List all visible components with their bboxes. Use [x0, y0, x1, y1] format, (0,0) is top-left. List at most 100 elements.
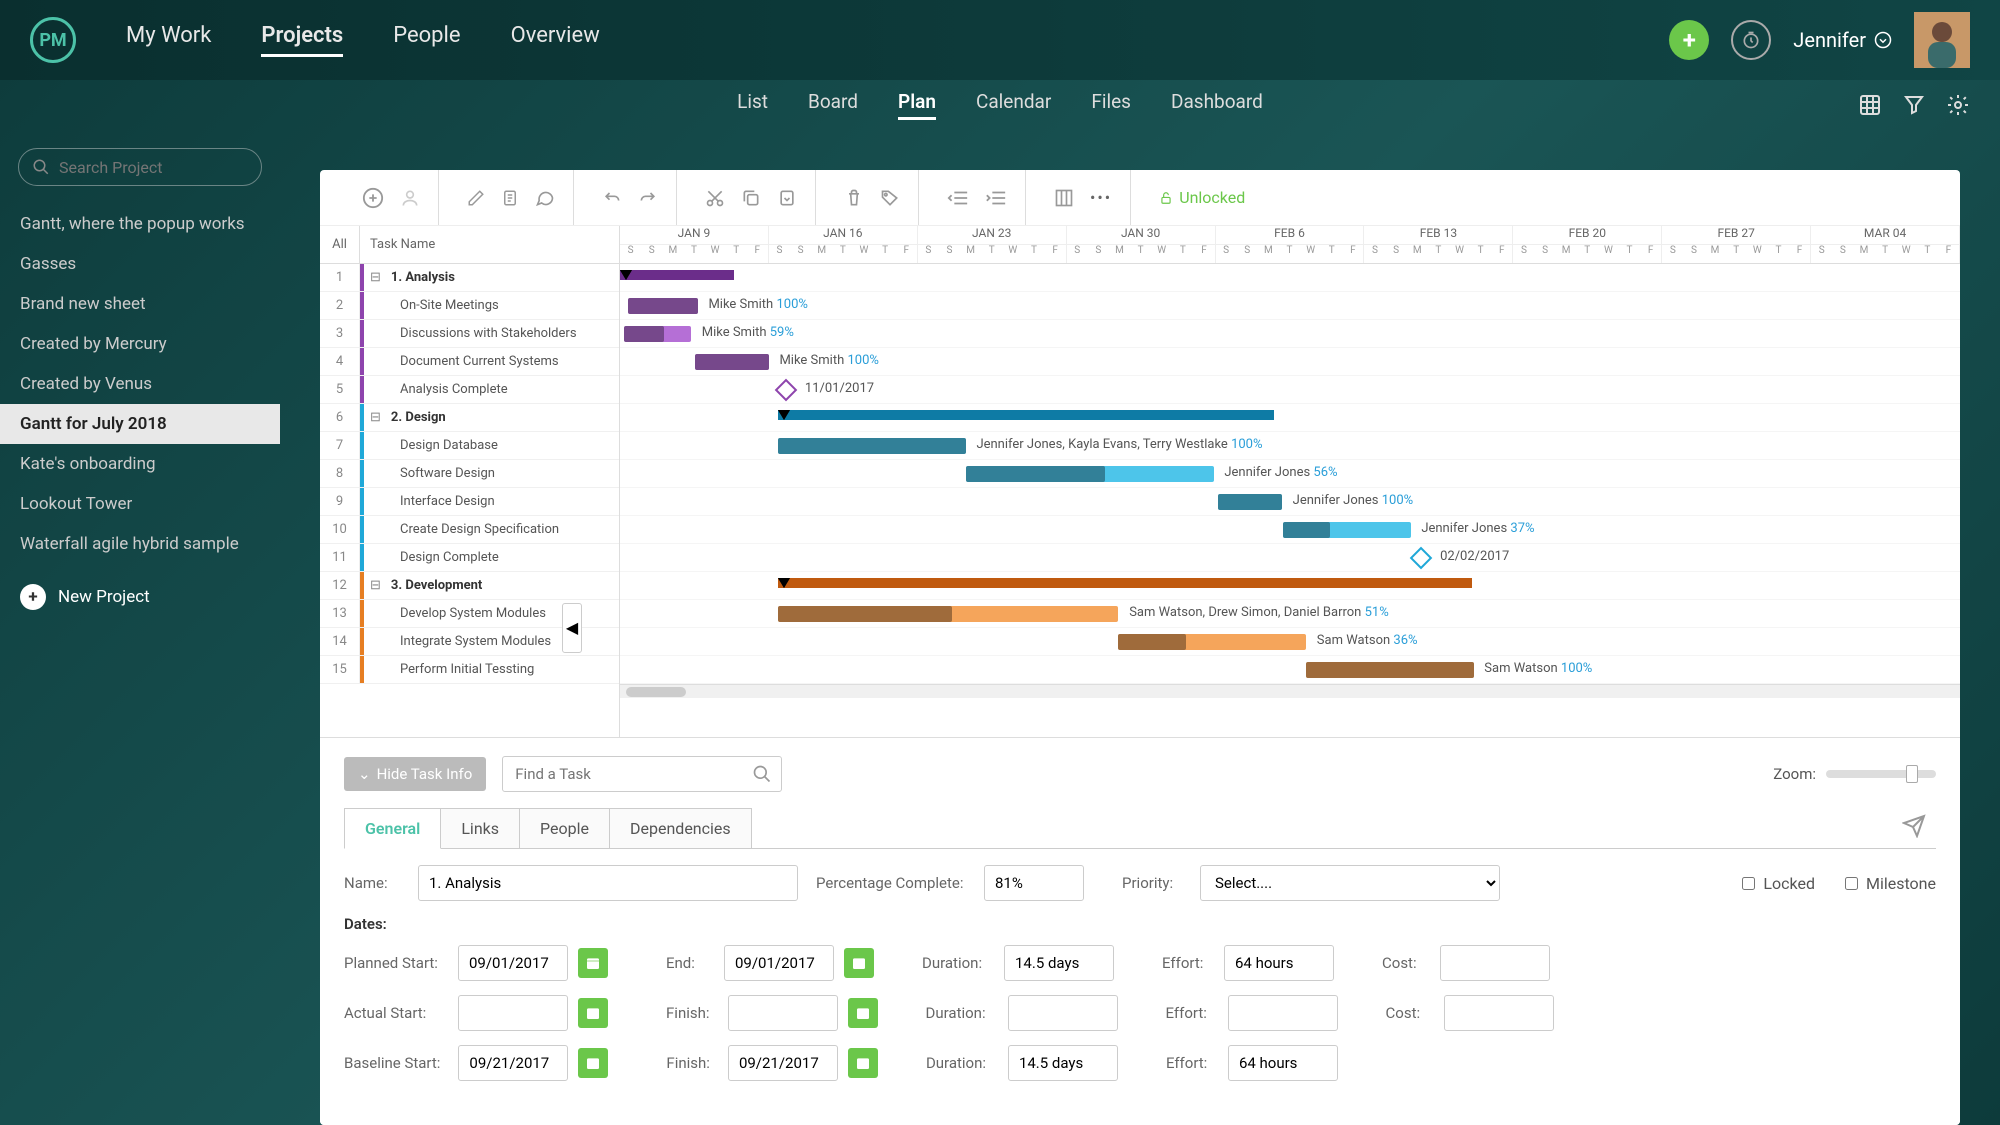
project-item[interactable]: Gasses	[0, 244, 280, 284]
task-row[interactable]: 12⊟3. Development	[320, 572, 619, 600]
gantt-bar[interactable]	[1118, 634, 1306, 650]
gantt-bar[interactable]	[1283, 522, 1410, 538]
task-row[interactable]: 6⊟2. Design	[320, 404, 619, 432]
project-item[interactable]: Kate's onboarding	[0, 444, 280, 484]
lock-status[interactable]: Unlocked	[1159, 188, 1245, 207]
subnav-calendar[interactable]: Calendar	[976, 90, 1051, 120]
gantt-summary-bar[interactable]	[778, 578, 1472, 588]
subnav-list[interactable]: List	[737, 90, 768, 120]
subnav-plan[interactable]: Plan	[898, 90, 936, 120]
cost1-input[interactable]	[1440, 945, 1550, 981]
gantt-bar[interactable]	[966, 466, 1214, 482]
subnav-files[interactable]: Files	[1091, 90, 1131, 120]
calendar-icon[interactable]	[844, 948, 874, 978]
gantt-milestone[interactable]	[1410, 547, 1433, 570]
calendar-icon[interactable]	[578, 948, 608, 978]
collapse-icon[interactable]: ⊟	[370, 410, 381, 425]
edit-icon[interactable]	[467, 189, 485, 207]
tab-people[interactable]: People	[519, 808, 610, 848]
notes-icon[interactable]	[501, 189, 519, 207]
task-row[interactable]: 3Discussions with Stakeholders	[320, 320, 619, 348]
gantt-bar[interactable]	[1306, 662, 1474, 678]
logo[interactable]: PM	[30, 17, 76, 63]
user-menu[interactable]: Jennifer	[1793, 28, 1892, 52]
baseline-start-input[interactable]	[458, 1045, 568, 1081]
effort2-input[interactable]	[1228, 995, 1338, 1031]
select-all-header[interactable]: All	[320, 226, 360, 263]
tab-dependencies[interactable]: Dependencies	[609, 808, 752, 848]
project-item[interactable]: Created by Mercury	[0, 324, 280, 364]
task-row[interactable]: 1⊟1. Analysis	[320, 264, 619, 292]
new-project-button[interactable]: + New Project	[0, 570, 280, 624]
avatar[interactable]	[1914, 12, 1970, 68]
tab-general[interactable]: General	[344, 808, 441, 849]
topnav-my-work[interactable]: My Work	[126, 23, 211, 57]
gantt-bar[interactable]	[695, 354, 769, 370]
actual-start-input[interactable]	[458, 995, 568, 1031]
delete-icon[interactable]	[844, 188, 864, 208]
end-input[interactable]	[724, 945, 834, 981]
task-row[interactable]: 4Document Current Systems	[320, 348, 619, 376]
subnav-board[interactable]: Board	[808, 90, 858, 120]
finish-input[interactable]	[728, 995, 838, 1031]
project-item[interactable]: Created by Venus	[0, 364, 280, 404]
baseline-finish-input[interactable]	[728, 1045, 838, 1081]
project-item[interactable]: Lookout Tower	[0, 484, 280, 524]
duration3-input[interactable]	[1008, 1045, 1118, 1081]
add-button[interactable]: +	[1669, 20, 1709, 60]
add-task-icon[interactable]	[362, 187, 384, 209]
filter-icon[interactable]	[1902, 93, 1926, 117]
copy-icon[interactable]	[741, 188, 761, 208]
undo-icon[interactable]	[602, 188, 622, 208]
task-row[interactable]: 5Analysis Complete	[320, 376, 619, 404]
horizontal-scrollbar[interactable]	[620, 684, 1960, 698]
name-input[interactable]	[418, 865, 798, 901]
effort3-input[interactable]	[1228, 1045, 1338, 1081]
project-item[interactable]: Gantt, where the popup works	[0, 204, 280, 244]
redo-icon[interactable]	[638, 188, 658, 208]
gantt-bar[interactable]	[1218, 494, 1282, 510]
milestone-checkbox[interactable]: Milestone	[1845, 874, 1936, 893]
pct-input[interactable]	[984, 865, 1084, 901]
gantt-bar[interactable]	[624, 326, 691, 342]
task-row[interactable]: 11Design Complete	[320, 544, 619, 572]
gantt-milestone[interactable]	[775, 379, 798, 402]
topnav-people[interactable]: People	[393, 23, 460, 57]
comment-icon[interactable]	[535, 188, 555, 208]
collapse-icon[interactable]: ⊟	[370, 578, 381, 593]
duration1-input[interactable]	[1004, 945, 1114, 981]
zoom-slider[interactable]	[1826, 770, 1936, 778]
send-icon[interactable]	[1902, 814, 1936, 842]
task-row[interactable]: 8Software Design	[320, 460, 619, 488]
calendar-icon[interactable]	[848, 998, 878, 1028]
calendar-icon[interactable]	[578, 998, 608, 1028]
cut-icon[interactable]	[705, 188, 725, 208]
more-icon[interactable]: •••	[1090, 188, 1112, 207]
columns-icon[interactable]	[1054, 188, 1074, 208]
task-row[interactable]: 2On-Site Meetings	[320, 292, 619, 320]
timer-button[interactable]	[1731, 20, 1771, 60]
tag-icon[interactable]	[880, 188, 900, 208]
tab-links[interactable]: Links	[440, 808, 520, 848]
hide-task-info-button[interactable]: ⌄Hide Task Info	[344, 757, 486, 791]
find-task-input[interactable]	[502, 756, 782, 792]
gantt-bar[interactable]	[778, 438, 966, 454]
task-row[interactable]: 15Perform Initial Tessting	[320, 656, 619, 684]
assign-icon[interactable]	[400, 188, 420, 208]
task-row[interactable]: 9Interface Design	[320, 488, 619, 516]
grid-view-icon[interactable]	[1858, 93, 1882, 117]
collapse-icon[interactable]: ⊟	[370, 270, 381, 285]
cost2-input[interactable]	[1444, 995, 1554, 1031]
duration2-input[interactable]	[1008, 995, 1118, 1031]
locked-checkbox[interactable]: Locked	[1742, 874, 1815, 893]
paste-icon[interactable]	[777, 188, 797, 208]
project-item[interactable]: Brand new sheet	[0, 284, 280, 324]
collapse-handle[interactable]: ◀	[562, 603, 582, 653]
planned-start-input[interactable]	[458, 945, 568, 981]
project-item[interactable]: Gantt for July 2018	[0, 404, 280, 444]
task-row[interactable]: 7Design Database	[320, 432, 619, 460]
calendar-icon[interactable]	[848, 1048, 878, 1078]
indent-icon[interactable]	[985, 189, 1007, 207]
subnav-dashboard[interactable]: Dashboard	[1171, 90, 1263, 120]
gantt-chart[interactable]: Mike Smith 100%Mike Smith 59%Mike Smith …	[620, 264, 1960, 684]
